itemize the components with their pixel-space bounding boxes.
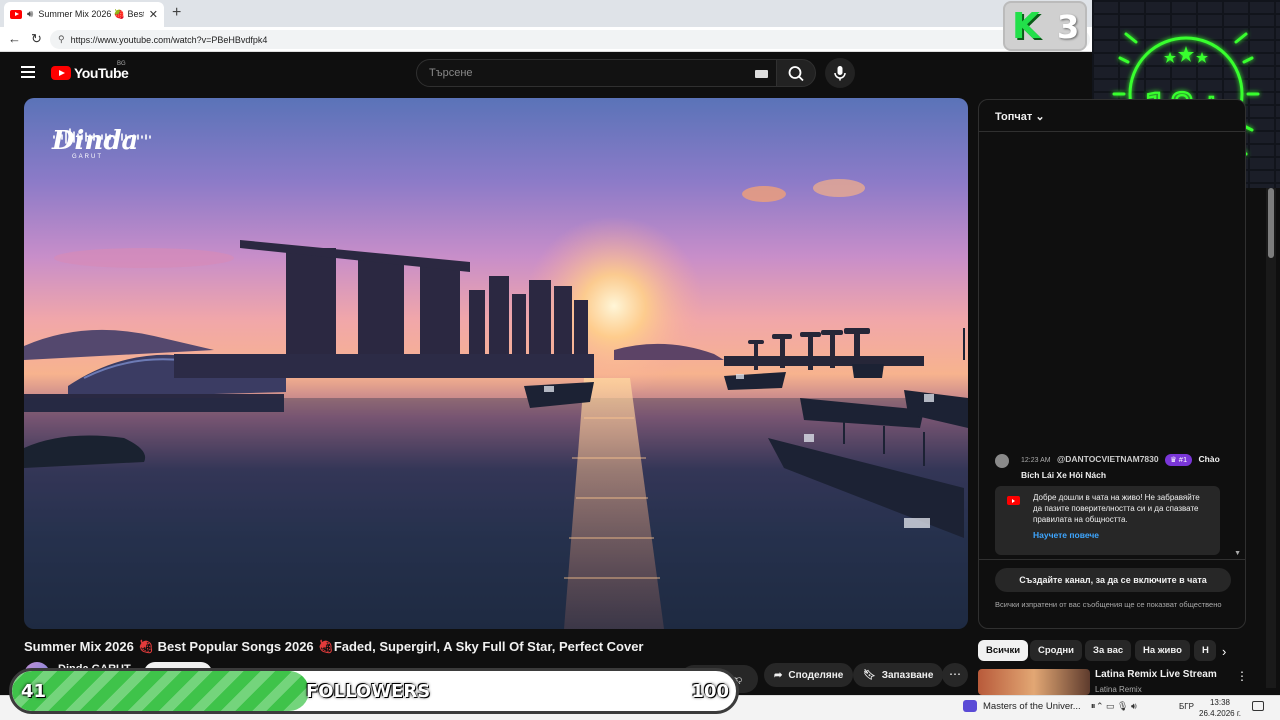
chat-public-note: Всички изпратени от вас съобщения ще се … (995, 600, 1222, 609)
video-title-part: Summer Mix 2026 (24, 639, 134, 654)
close-tab-icon[interactable]: ✕ (149, 8, 158, 21)
welcome-text: Добре дошли в чата на живо! Не забравяйт… (1033, 493, 1200, 524)
clock-time: 13:38 (1209, 698, 1231, 707)
chat-author-name[interactable]: @DANTOCVIETNAM7830 (1057, 454, 1159, 464)
save-button[interactable]: 🔖︎ Запазване (853, 663, 944, 687)
search-input[interactable] (429, 67, 739, 79)
more-vertical-icon[interactable]: ⋮ (1236, 669, 1248, 683)
microphone-icon (834, 66, 846, 81)
video-title-part: Best Popular Songs 2026 (157, 639, 314, 654)
site-info-icon[interactable]: ⚲ (58, 34, 65, 45)
create-channel-button[interactable]: Създайте канал, за да се включите в чата (995, 568, 1231, 592)
back-arrow-icon[interactable]: ← (8, 31, 21, 46)
youtube-favicon-icon (10, 10, 22, 19)
recommended-title[interactable]: Latina Remix Live Stream (1095, 669, 1217, 680)
followers-label: FOLLOWERS (306, 681, 431, 702)
video-title: Summer Mix 2026 🍓︎ Best Popular Songs 20… (24, 639, 644, 655)
youtube-header: YouTube BG (3, 53, 1092, 93)
chat-divider (979, 559, 1245, 560)
keyboard-icon[interactable] (755, 70, 768, 78)
chat-mode-label: Топчат (995, 111, 1033, 123)
chip-truncated[interactable]: Н (1194, 640, 1216, 661)
address-bar-row: ← ↻ ⚲ https://www.youtube.com/watch?v=PB… (0, 27, 1280, 52)
clock[interactable]: 13:38 26.4.2026 г. (1198, 697, 1242, 719)
video-frame-sunset-skyline (24, 179, 968, 629)
chevron-right-icon[interactable]: › (1222, 644, 1226, 659)
notification-icon[interactable] (1252, 701, 1264, 711)
chat-message: 12:23 AM @DANTOCVIETNAM7830 ♛ #1 Chào Bí… (995, 452, 1235, 482)
browser-tab-bar: 🔊︎ Summer Mix 2026 🍓 Best Po ✕ + (0, 0, 1280, 27)
url-field[interactable]: ⚲ https://www.youtube.com/watch?v=PBeHBv… (50, 30, 1090, 49)
audio-waveform-icon (53, 128, 151, 146)
k3-logo-digit: 3 (1057, 8, 1080, 46)
search-button[interactable] (776, 59, 816, 87)
tab-title: Summer Mix 2026 🍓 Best Po (38, 9, 144, 19)
recommended-channel[interactable]: Latina Remix (1095, 685, 1142, 694)
video-title-part: Faded, Supergirl, A Sky Full Of Star, Pe… (333, 639, 644, 654)
bookmark-icon: 🔖︎ (863, 669, 876, 681)
followers-progress-fill (12, 671, 309, 711)
hamburger-menu-icon[interactable] (21, 66, 35, 78)
clock-date: 26.4.2026 г. (1199, 709, 1241, 718)
system-tray-icons[interactable]: ⌃ ▭ 🎙︎ 🔊︎ (1096, 701, 1137, 712)
chat-mode-dropdown[interactable]: Топчат ⌄ (995, 110, 1045, 123)
voice-search-button[interactable] (825, 58, 855, 88)
chat-author-avatar[interactable] (995, 454, 1009, 468)
browser-tab[interactable]: 🔊︎ Summer Mix 2026 🍓 Best Po ✕ (4, 2, 164, 27)
more-actions-icon[interactable]: ⋯ (942, 663, 968, 687)
chip-live[interactable]: На живо (1135, 640, 1190, 661)
media-widget[interactable]: Masters of the Univer... ⏸︎ (963, 700, 1095, 712)
chat-header: Топчат ⌄ (979, 100, 1245, 132)
chip-for-you[interactable]: За вас (1085, 640, 1132, 661)
language-indicator[interactable]: БГР (1179, 702, 1194, 711)
media-app-icon (963, 700, 977, 712)
country-code: BG (117, 61, 126, 67)
share-button[interactable]: ➦ Споделяне (764, 663, 854, 687)
chip-related[interactable]: Сродни (1030, 640, 1082, 661)
page-scrollbar[interactable] (1266, 188, 1276, 688)
k3-logo-letter: K (1012, 6, 1040, 47)
followers-goal: 100 (691, 681, 729, 702)
k3-logo: K 3 (1003, 1, 1087, 51)
speaker-icon[interactable]: 🔊︎ (27, 9, 33, 20)
reload-icon[interactable]: ↻ (31, 31, 42, 47)
search-box (416, 59, 777, 87)
youtube-logo[interactable]: YouTube BG (51, 61, 129, 81)
youtube-icon (1007, 496, 1020, 505)
learn-more-link[interactable]: Научете повече (1033, 530, 1210, 541)
live-chat-panel: Топчат ⌄ 12:23 AM @DANTOCVIETNAM7830 ♛ #… (978, 99, 1246, 629)
chat-welcome-notice: Добре дошли в чата на живо! Не забравяйт… (995, 486, 1220, 555)
youtube-play-icon (51, 66, 71, 80)
save-label: Запазване (881, 669, 934, 681)
chevron-down-icon: ⌄ (1035, 111, 1045, 123)
chip-all[interactable]: Всички (978, 640, 1029, 661)
chat-rank-badge: ♛ #1 (1164, 454, 1193, 466)
url-text: https://www.youtube.com/watch?v=PBeHBvdf… (70, 34, 268, 45)
scrollbar-thumb[interactable] (1268, 188, 1274, 258)
screen: 🔊︎ Summer Mix 2026 🍓 Best Po ✕ + ← ↻ ⚲ h… (0, 0, 1280, 720)
search-icon (788, 66, 804, 82)
share-icon: ➦ (774, 669, 783, 681)
scroll-down-icon[interactable]: ▼ (1234, 550, 1241, 557)
video-player[interactable]: Dinda GARUT (24, 98, 968, 629)
strawberry-icon: 🍓︎ (137, 639, 154, 654)
chat-message-time: 12:23 AM (1021, 457, 1051, 464)
youtube-wordmark: YouTube (74, 65, 129, 81)
followers-goal-bar: 41 FOLLOWERS 100 (9, 668, 739, 714)
share-label: Споделяне (788, 669, 844, 681)
strawberry-icon: 🍓︎ (317, 639, 334, 654)
followers-current: 41 (21, 681, 47, 702)
chat-rank-text: #1 (1178, 455, 1188, 464)
play-pause-icon[interactable]: ⏸︎ (1091, 701, 1096, 712)
channel-watermark: Dinda GARUT (52, 128, 151, 160)
recommended-thumbnail[interactable] (978, 669, 1090, 695)
new-tab-button[interactable]: + (172, 4, 181, 22)
media-title: Masters of the Univer... (983, 700, 1081, 712)
